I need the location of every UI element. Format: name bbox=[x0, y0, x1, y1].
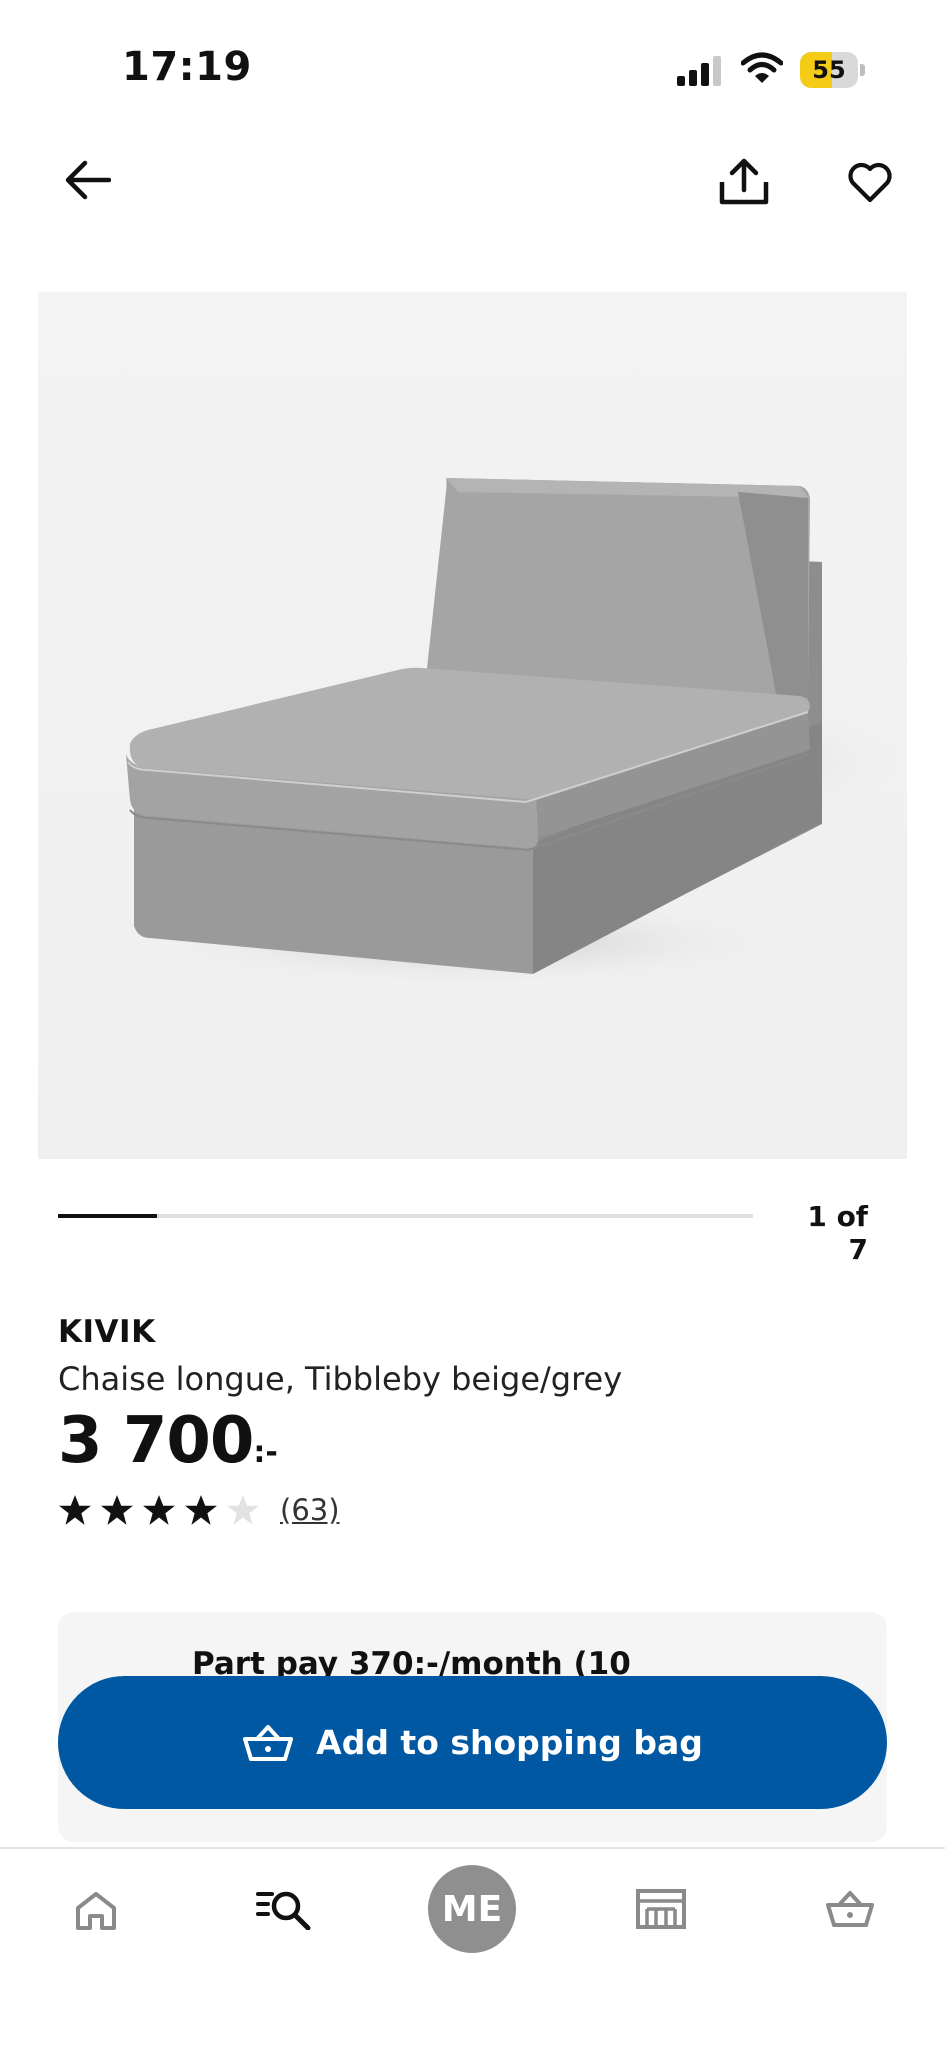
star-rating bbox=[58, 1494, 260, 1526]
star-filled-icon bbox=[59, 1495, 91, 1525]
star-filled-icon bbox=[101, 1495, 133, 1525]
wifi-icon bbox=[740, 52, 784, 88]
share-icon bbox=[719, 158, 769, 205]
price-suffix: :- bbox=[253, 1435, 278, 1470]
basket-icon bbox=[243, 1724, 294, 1761]
signal-icon bbox=[677, 56, 721, 90]
add-to-bag-button[interactable]: Add to shopping bag bbox=[58, 1676, 887, 1809]
nav-bag[interactable] bbox=[820, 1879, 880, 1939]
basket-icon bbox=[826, 1891, 874, 1927]
back-button[interactable] bbox=[58, 150, 118, 210]
bottom-nav: ME bbox=[0, 1849, 945, 2048]
battery-level: 55 bbox=[812, 56, 846, 84]
store-icon bbox=[636, 1889, 686, 1929]
price-amount: 3 700 bbox=[58, 1404, 254, 1478]
nav-search[interactable] bbox=[252, 1879, 316, 1939]
product-image[interactable] bbox=[38, 292, 907, 1159]
star-filled-icon bbox=[143, 1495, 175, 1525]
star-empty-icon bbox=[227, 1495, 259, 1525]
price: 3 700:- bbox=[58, 1404, 278, 1478]
nav-stores[interactable] bbox=[630, 1879, 692, 1939]
chaise-longue-image bbox=[38, 292, 907, 1159]
star-filled-icon bbox=[185, 1495, 217, 1525]
search-icon bbox=[256, 1891, 311, 1930]
product-description: Chaise longue, Tibbleby beige/grey bbox=[58, 1360, 623, 1398]
nav-me-avatar[interactable]: ME bbox=[428, 1865, 516, 1953]
heart-icon bbox=[848, 162, 892, 203]
review-count-link[interactable]: (63) bbox=[280, 1493, 340, 1527]
nav-home[interactable] bbox=[66, 1881, 126, 1941]
carousel-progress-track bbox=[58, 1214, 753, 1218]
status-time: 17:19 bbox=[122, 44, 252, 90]
carousel-counter: 1 of 7 bbox=[807, 1200, 868, 1266]
battery-icon: 55 bbox=[800, 52, 866, 88]
favorite-button[interactable] bbox=[838, 150, 902, 214]
share-button[interactable] bbox=[712, 150, 776, 214]
product-name: KIVIK bbox=[58, 1314, 156, 1350]
home-icon bbox=[76, 1892, 116, 1930]
rating[interactable]: (63) bbox=[58, 1493, 340, 1527]
back-arrow-icon bbox=[65, 160, 111, 200]
add-to-bag-label: Add to shopping bag bbox=[316, 1723, 703, 1762]
carousel-progress-bar bbox=[58, 1214, 158, 1218]
